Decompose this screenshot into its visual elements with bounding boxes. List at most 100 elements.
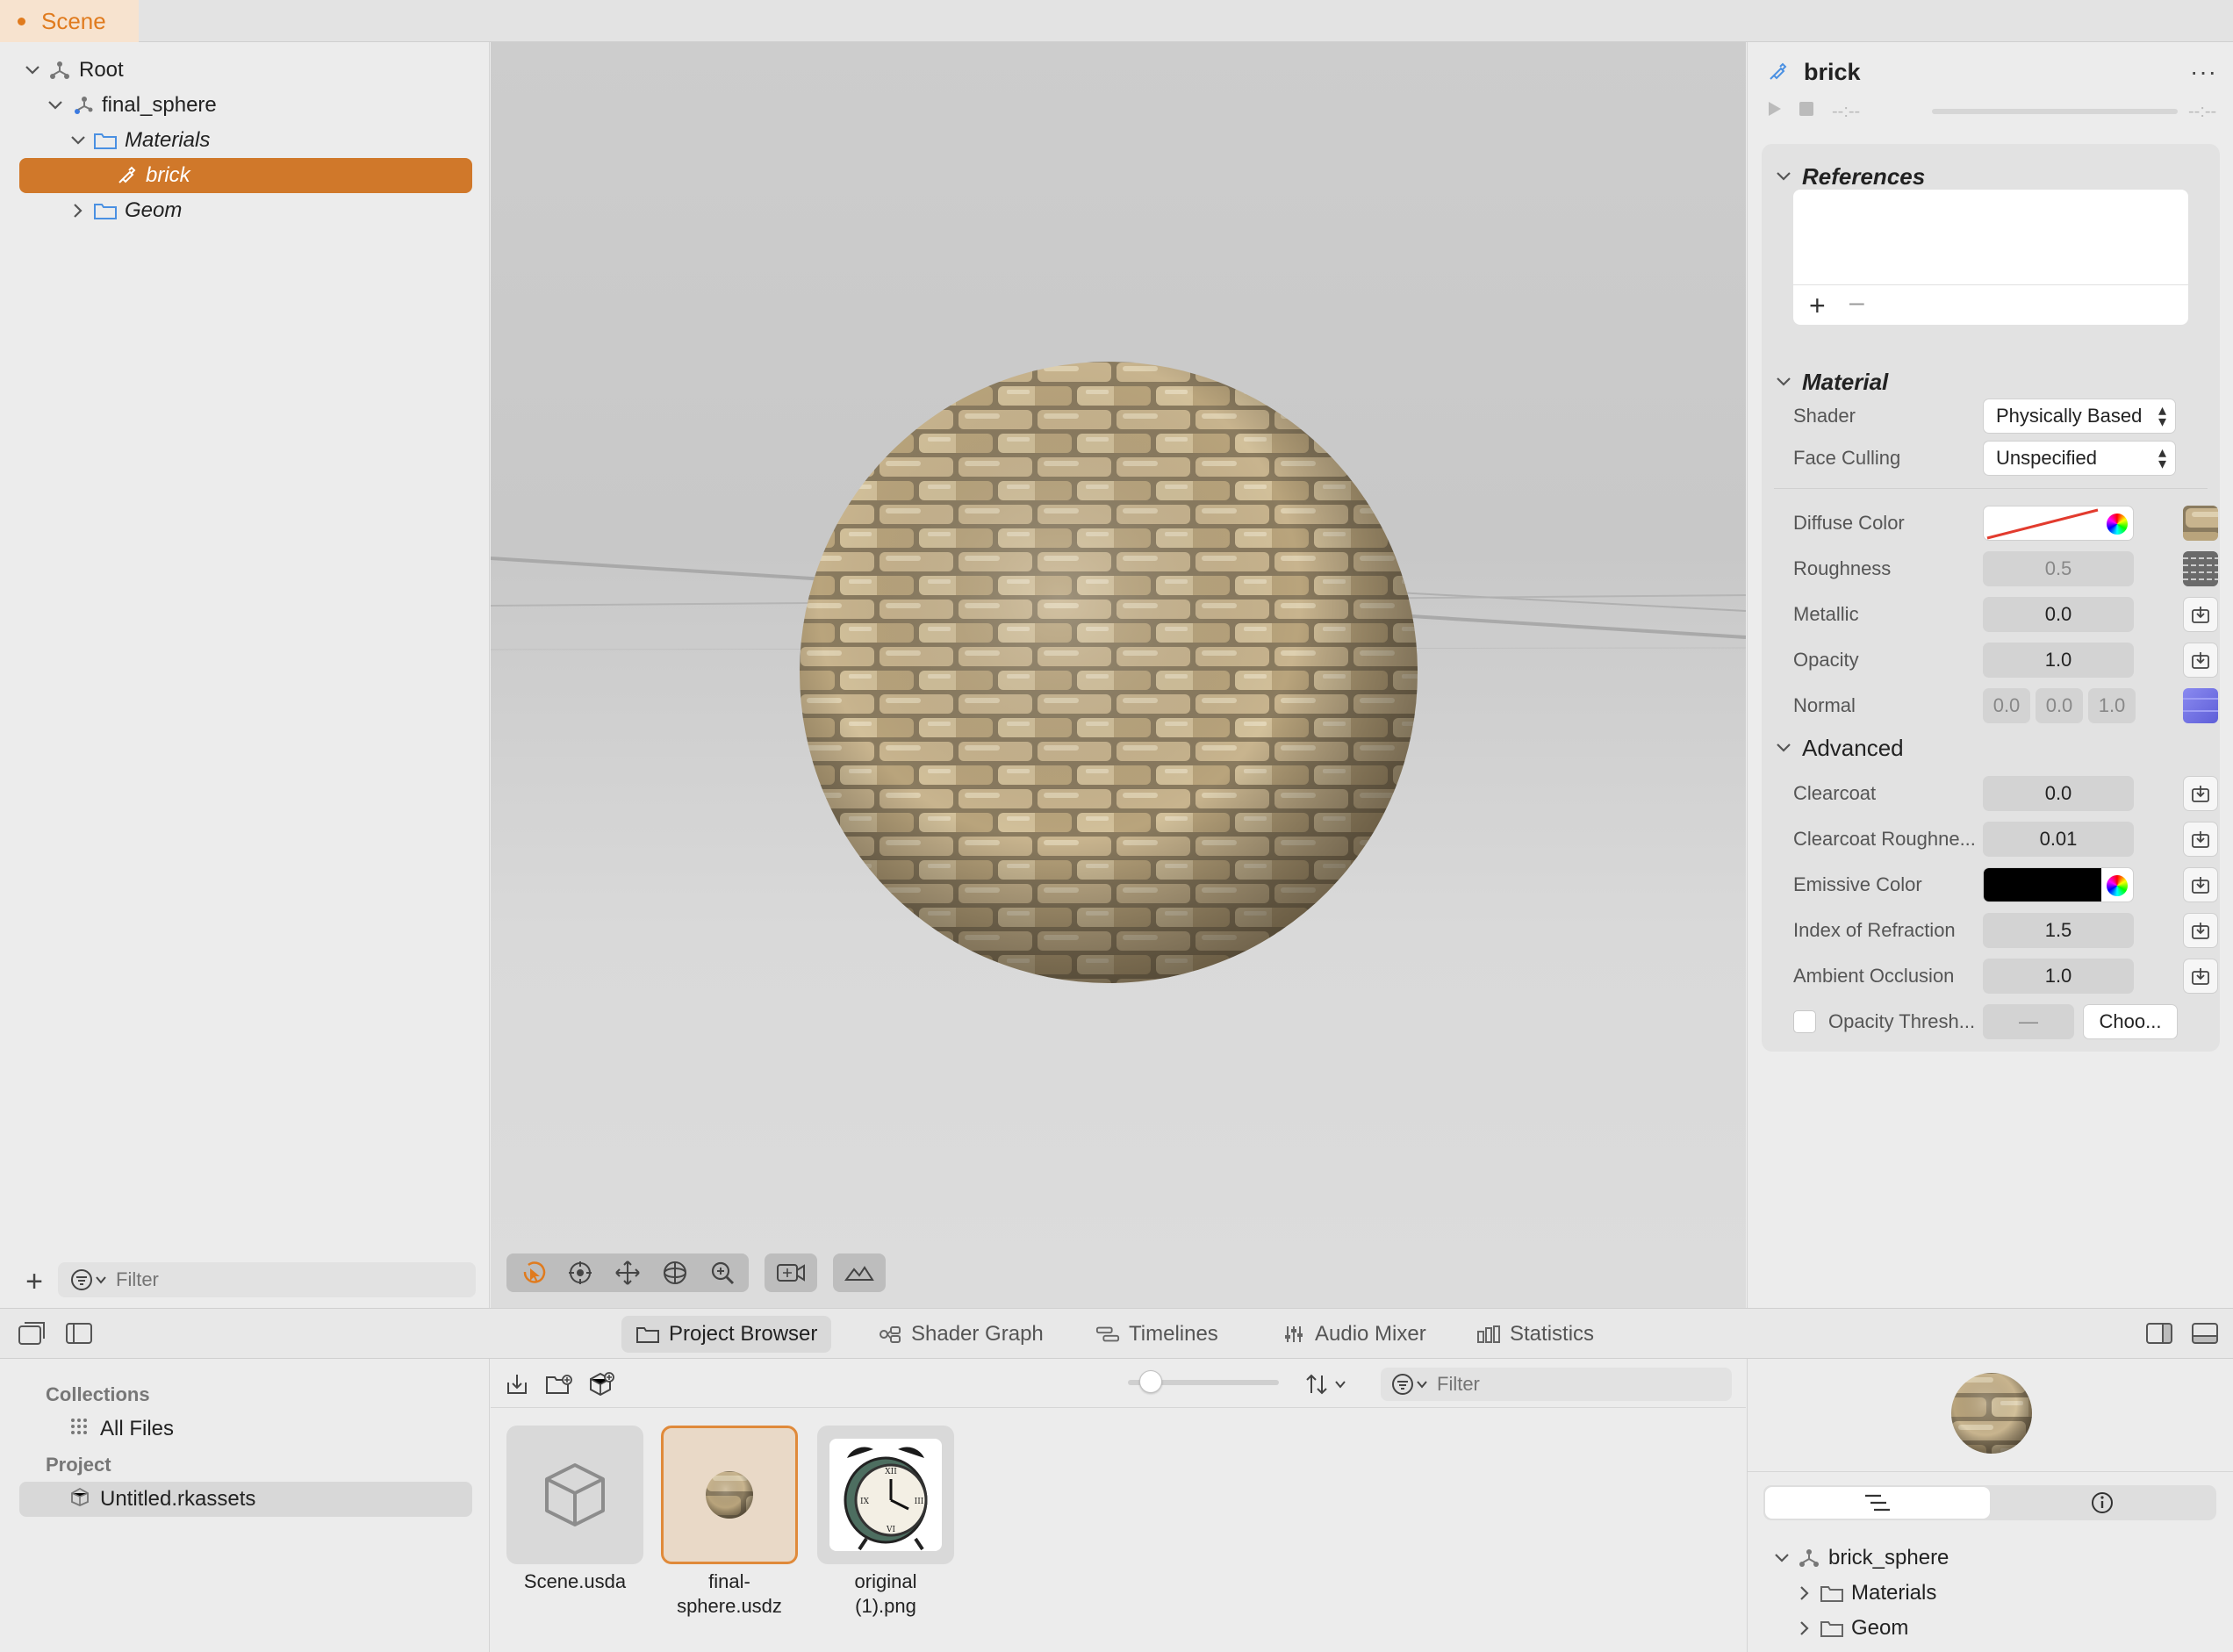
orbit-tool-icon[interactable] (563, 1255, 598, 1290)
project-untitled-rkassets[interactable]: Untitled.rkassets (19, 1482, 472, 1517)
brick-sphere-model[interactable] (798, 360, 1419, 985)
color-picker-icon[interactable] (2107, 514, 2128, 535)
ambient-occlusion-texture-button[interactable] (2183, 959, 2218, 994)
camera-icon[interactable] (773, 1255, 808, 1290)
chevron-down-icon[interactable] (1774, 372, 1793, 391)
normal-texture-thumbnail[interactable] (2183, 688, 2218, 723)
preview-tree-materials[interactable]: Materials (1795, 1577, 1936, 1610)
toggle-inspector-icon[interactable] (2145, 1321, 2173, 1350)
rotate-tool-icon[interactable] (657, 1255, 693, 1290)
references-header[interactable]: References (1774, 162, 1925, 191)
hierarchy-view-button[interactable] (1765, 1487, 1990, 1519)
chevron-down-icon[interactable] (1772, 1548, 1791, 1568)
outline-item-brick[interactable]: brick (19, 158, 472, 193)
asset-scene-usda[interactable] (506, 1426, 643, 1564)
scale-tool-icon[interactable] (705, 1255, 740, 1290)
tab-scene[interactable]: Scene (0, 0, 139, 42)
info-view-button[interactable] (1990, 1487, 2215, 1519)
roughness-row: Roughness 0.5 (1793, 551, 2218, 586)
chevron-down-icon[interactable] (1774, 738, 1793, 758)
toggle-windows-icon[interactable] (18, 1321, 47, 1350)
opacity-field[interactable]: 1.0 (1983, 643, 2134, 678)
clearcoat-texture-button[interactable] (2183, 776, 2218, 811)
advanced-header[interactable]: Advanced (1774, 732, 1904, 764)
stop-icon[interactable] (1799, 101, 1814, 122)
chevron-right-icon[interactable] (1795, 1584, 1814, 1603)
diffuse-color-well[interactable] (1983, 506, 2134, 541)
add-asset-icon[interactable] (585, 1369, 617, 1399)
import-icon[interactable] (501, 1369, 533, 1399)
more-options-button[interactable]: ··· (2190, 58, 2217, 86)
clearcoat-roughness-field[interactable]: 0.01 (1983, 822, 2134, 857)
metallic-field[interactable]: 0.0 (1983, 597, 2134, 632)
collection-all-files[interactable]: All Files (19, 1411, 472, 1447)
color-picker-icon[interactable] (2107, 875, 2128, 896)
add-entity-button[interactable]: + (21, 1265, 47, 1299)
filter-menu-icon[interactable] (70, 1268, 107, 1291)
3d-viewport[interactable] (491, 42, 1746, 1308)
environment-icon[interactable] (842, 1255, 877, 1290)
preview-tree-geom[interactable]: Geom (1795, 1612, 1908, 1645)
normal-z-field[interactable]: 1.0 (2088, 688, 2136, 723)
emissive-texture-button[interactable] (2183, 867, 2218, 902)
chevron-down-icon[interactable] (23, 61, 42, 80)
preview-tree-brick-sphere[interactable]: brick_sphere (1772, 1541, 1949, 1575)
chevron-down-icon[interactable] (68, 131, 88, 150)
select-tool-icon[interactable] (515, 1255, 550, 1290)
tab-audio-mixer[interactable]: Audio Mixer (1267, 1316, 1440, 1353)
emissive-color-well[interactable] (1983, 867, 2134, 902)
opacity-threshold-checkbox[interactable] (1793, 1010, 1816, 1033)
shader-popup[interactable]: Physically Based ▴ ▾ (1983, 399, 2176, 434)
ior-field[interactable]: 1.5 (1983, 913, 2134, 948)
tab-statistics[interactable]: Statistics (1462, 1316, 1608, 1353)
ambient-occlusion-field[interactable]: 1.0 (1983, 959, 2134, 994)
outline-item-materials[interactable]: Materials (68, 123, 210, 158)
browser-filter-input[interactable] (1437, 1373, 1700, 1396)
toggle-sidebar-icon[interactable] (65, 1321, 93, 1350)
toggle-bottom-panel-icon[interactable] (2191, 1321, 2219, 1350)
list-hierarchy-icon (1865, 1494, 1890, 1512)
opacity-texture-button[interactable] (2183, 643, 2218, 678)
filter-menu-icon[interactable] (1391, 1373, 1428, 1396)
tab-project-browser[interactable]: Project Browser (621, 1316, 832, 1353)
add-reference-button[interactable]: + (1809, 290, 1826, 322)
chevron-right-icon[interactable] (68, 201, 88, 220)
outline-filter-input[interactable] (116, 1268, 432, 1291)
metallic-texture-button[interactable] (2183, 597, 2218, 632)
clearcoat-roughness-texture-button[interactable] (2183, 822, 2218, 857)
roughness-texture-thumbnail[interactable] (2183, 551, 2218, 586)
remove-reference-button[interactable]: – (1849, 288, 1864, 318)
references-list[interactable]: + – (1793, 190, 2188, 325)
diffuse-texture-thumbnail[interactable] (2183, 506, 2218, 541)
new-folder-icon[interactable] (543, 1369, 575, 1399)
outline-filter[interactable] (58, 1262, 476, 1297)
outline-item-final-sphere[interactable]: final_sphere (46, 88, 217, 123)
face-culling-popup[interactable]: Unspecified ▴ ▾ (1983, 441, 2176, 476)
asset-final-sphere-usdz[interactable] (661, 1426, 798, 1564)
normal-x-field[interactable]: 0.0 (1983, 688, 2030, 723)
emissive-swatch (1984, 868, 2101, 901)
preview-sphere[interactable] (1949, 1371, 2034, 1455)
material-header[interactable]: Material (1774, 367, 1888, 397)
asset-label-line-1: original (854, 1570, 917, 1592)
opacity-threshold-field[interactable]: — (1983, 1004, 2074, 1039)
chevron-down-icon[interactable] (1774, 167, 1793, 186)
outline-item-geom[interactable]: Geom (68, 193, 182, 228)
roughness-field[interactable]: 0.5 (1983, 551, 2134, 586)
tab-timelines[interactable]: Timelines (1081, 1316, 1232, 1353)
browser-filter[interactable] (1381, 1368, 1732, 1401)
move-tool-icon[interactable] (610, 1255, 645, 1290)
ior-texture-button[interactable] (2183, 913, 2218, 948)
asset-original-png[interactable]: XII III VI IX (817, 1426, 954, 1564)
tab-shader-graph[interactable]: Shader Graph (864, 1316, 1058, 1353)
chevron-right-icon[interactable] (1795, 1619, 1814, 1638)
outline-item-root[interactable]: Root (23, 53, 124, 88)
sort-icon[interactable] (1302, 1369, 1354, 1399)
normal-y-field[interactable]: 0.0 (2036, 688, 2083, 723)
chevron-down-icon[interactable] (46, 96, 65, 115)
play-icon[interactable] (1765, 100, 1783, 123)
clearcoat-field[interactable]: 0.0 (1983, 776, 2134, 811)
slider-knob[interactable] (1138, 1370, 1162, 1393)
choose-button[interactable]: Choo... (2083, 1004, 2178, 1039)
playback-scrubber[interactable] (1932, 109, 2178, 114)
